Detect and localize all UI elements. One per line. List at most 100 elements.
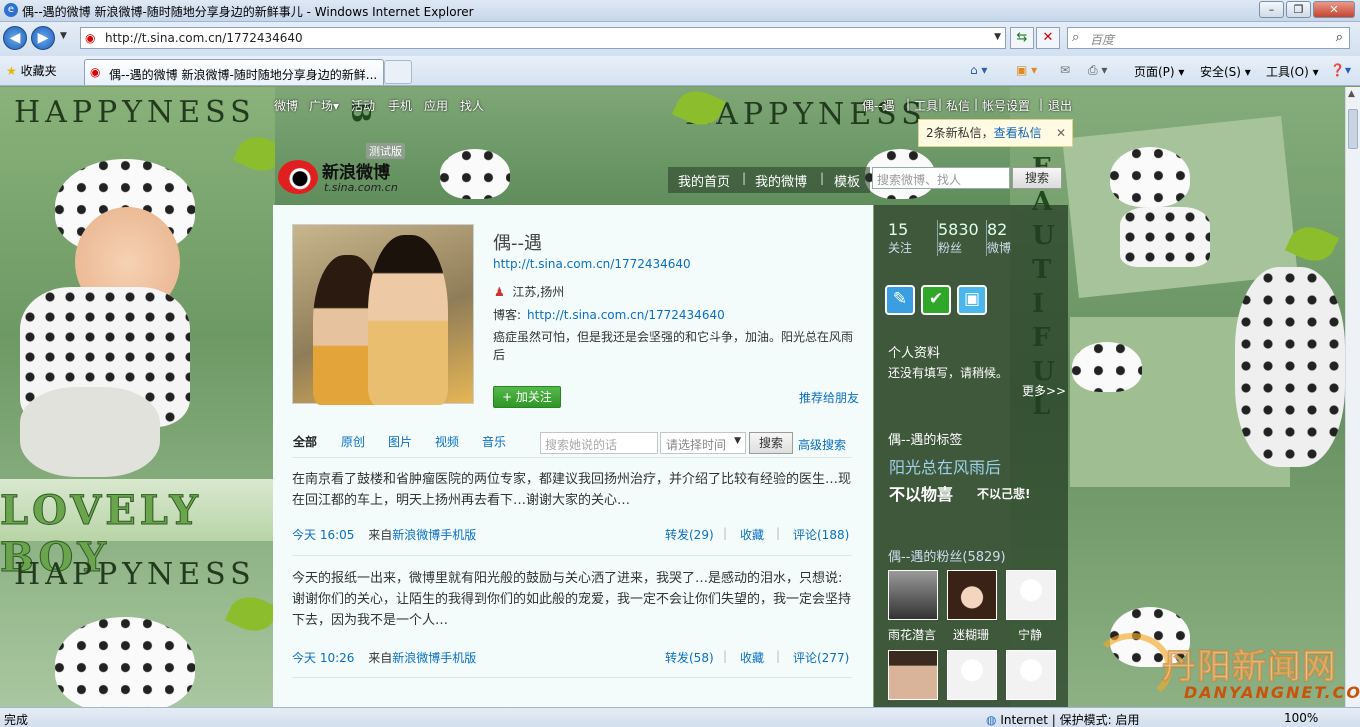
tab-music[interactable]: 音乐 <box>482 433 506 450</box>
search-go-icon[interactable]: ⌕ <box>1336 30 1343 45</box>
fan-avatar[interactable] <box>947 570 997 620</box>
fan-avatar[interactable] <box>888 570 938 620</box>
zoom-level[interactable]: 100% <box>1284 711 1318 725</box>
more-link[interactable]: 更多>> <box>1022 382 1066 399</box>
recommend-link[interactable]: 推荐给朋友 <box>799 389 859 406</box>
tab-videos[interactable]: 视频 <box>435 433 459 450</box>
feed-post: 在南京看了鼓楼和省肿瘤医院的两位专家，都建议我回扬州治疗，并介绍了比较有经验的医… <box>292 469 854 542</box>
baby-hat-image-2 <box>55 617 195 707</box>
nav-user-name[interactable]: 偶--遇 <box>862 97 895 114</box>
browser-search-placeholder: 百度 <box>1090 33 1115 47</box>
fan-avatar[interactable] <box>1006 650 1056 700</box>
my-weibo-link[interactable]: 我的微博 <box>755 171 807 190</box>
address-field[interactable]: ◉ http://t.sina.com.cn/1772434640 ▼ <box>80 27 1006 49</box>
fan-avatar[interactable] <box>1006 570 1056 620</box>
browser-search-field[interactable]: ⌕ 百度 ⌕ <box>1067 27 1350 49</box>
post-source[interactable]: 新浪微博手机版 <box>392 651 476 665</box>
nav-tools[interactable]: 工具 <box>914 97 938 114</box>
address-url[interactable]: http://t.sina.com.cn/1772434640 <box>105 31 303 45</box>
comment-link[interactable]: 评论(277) <box>793 649 849 666</box>
home-icon[interactable]: ⌂ ▾ <box>970 63 987 77</box>
nav-logout[interactable]: 退出 <box>1048 97 1072 114</box>
address-dropdown-icon[interactable]: ▼ <box>994 32 1001 42</box>
browser-tab-active[interactable]: ◉ 偶--遇的微博 新浪微博-随时随地分享身边的新鲜... <box>84 59 384 85</box>
medal-verified-icon[interactable]: ✔ <box>921 285 951 315</box>
watermark-cn: 丹阳新闻网 <box>1162 647 1337 688</box>
repost-link[interactable]: 转发(58) <box>665 649 714 666</box>
favorite-link[interactable]: 收藏 <box>740 526 764 543</box>
tab-original[interactable]: 原创 <box>341 433 365 450</box>
feeds-icon[interactable]: ▣ ▾ <box>1016 63 1037 77</box>
nav-apps[interactable]: 应用 <box>424 97 448 114</box>
weibo-search-button[interactable]: 搜索 <box>1012 167 1062 189</box>
watermark-logo: 丹阳新闻网 DANYANGNET.COM <box>1092 633 1360 713</box>
print-icon[interactable]: ⎙ ▾ <box>1088 63 1107 78</box>
new-tab-button[interactable] <box>384 60 412 84</box>
history-dropdown-icon[interactable]: ▼ <box>60 31 67 41</box>
scroll-up-icon[interactable]: ▲ <box>1348 89 1355 99</box>
nav-activity[interactable]: 活动 <box>351 97 375 114</box>
nav-account-settings[interactable]: 帐号设置 <box>982 97 1030 114</box>
fan-name[interactable]: 宁静 <box>1018 626 1042 643</box>
post-time[interactable]: 今天 10:26 <box>292 651 354 665</box>
tab-pictures[interactable]: 图片 <box>388 433 412 450</box>
post-source[interactable]: 新浪微博手机版 <box>392 528 476 542</box>
my-home-link[interactable]: 我的首页 <box>678 171 730 190</box>
favorites-label: 收藏夹 <box>20 64 57 78</box>
medal-writer-icon[interactable]: ✎ <box>885 285 915 315</box>
scroll-thumb[interactable] <box>1348 109 1358 149</box>
sina-weibo-logo[interactable]: 新浪微博 t.sina.com.cn <box>276 153 416 201</box>
zone-info[interactable]: ◍ Internet | 保护模式: 启用 <box>986 711 1140 727</box>
nav-messages[interactable]: 私信 <box>946 97 970 114</box>
close-notification-icon[interactable]: ✕ <box>1056 120 1066 146</box>
favorite-link[interactable]: 收藏 <box>740 649 764 666</box>
tag-item[interactable]: 不以物喜 <box>889 481 953 505</box>
minimize-button[interactable]: – <box>1259 1 1284 18</box>
medal-sofa-icon[interactable]: ▣ <box>957 285 987 315</box>
repost-link[interactable]: 转发(29) <box>665 526 714 543</box>
feed-search-button[interactable]: 搜索 <box>749 432 793 454</box>
blog-link[interactable]: http://t.sina.com.cn/1772434640 <box>527 308 725 322</box>
mail-icon[interactable]: ✉ <box>1060 63 1070 77</box>
fan-name[interactable]: 雨花潜言 <box>888 626 936 643</box>
profile-url-link[interactable]: http://t.sina.com.cn/1772434640 <box>493 257 691 271</box>
forward-button[interactable]: ▶ <box>31 26 55 50</box>
follow-button[interactable]: + 加关注 <box>493 386 561 408</box>
weibo-search-placeholder: 搜索微博、找人 <box>877 173 962 187</box>
maximize-button[interactable]: ❐ <box>1286 1 1311 18</box>
post-time[interactable]: 今天 16:05 <box>292 528 354 542</box>
comment-link[interactable]: 评论(188) <box>793 526 849 543</box>
favorites-button[interactable]: ★ 收藏夹 <box>6 62 57 79</box>
view-messages-link[interactable]: 查看私信 <box>994 126 1042 140</box>
profile-avatar[interactable] <box>292 224 474 405</box>
close-window-button[interactable]: ✕ <box>1313 1 1355 18</box>
back-button[interactable]: ◀ <box>3 26 27 50</box>
refresh-button[interactable]: ⇆ <box>1010 27 1034 49</box>
stat-posts[interactable]: 82 微博 <box>986 220 1011 256</box>
nav-find-people[interactable]: 找人 <box>460 97 484 114</box>
tab-all[interactable]: 全部 <box>293 433 317 450</box>
fan-avatar[interactable] <box>947 650 997 700</box>
nav-mobile[interactable]: 手机 <box>388 97 412 114</box>
fan-avatar[interactable] <box>888 650 938 700</box>
template-link[interactable]: 模板 <box>834 171 860 190</box>
stat-following[interactable]: 15 关注 <box>888 220 912 256</box>
safety-menu[interactable]: 安全(S) ▾ <box>1200 63 1251 80</box>
keyword-search-input[interactable]: 搜索她说的话 <box>540 432 658 454</box>
profile-info-title: 个人资料 <box>888 346 941 361</box>
weibo-search-input[interactable]: 搜索微博、找人 <box>872 167 1010 189</box>
tag-item[interactable]: 不以己悲! <box>977 485 1030 502</box>
vertical-scrollbar[interactable]: ▲ <box>1345 87 1360 707</box>
nav-square[interactable]: 广场▾ <box>309 97 339 114</box>
stat-fans[interactable]: 5830 粉丝 <box>937 220 979 256</box>
watermark-swirl-icon <box>1092 633 1172 703</box>
help-icon[interactable]: ❓▾ <box>1330 63 1351 77</box>
tools-menu[interactable]: 工具(O) ▾ <box>1266 63 1319 80</box>
time-select[interactable]: 请选择时间 ▼ <box>660 432 746 454</box>
fan-name[interactable]: 迷糊珊 <box>953 626 989 643</box>
advanced-search-link[interactable]: 高级搜索 <box>798 436 846 453</box>
nav-weibo[interactable]: 微博 <box>274 97 298 114</box>
tag-item[interactable]: 阳光总在风雨后 <box>889 454 1001 478</box>
stop-button[interactable]: ✕ <box>1036 27 1060 49</box>
page-menu[interactable]: 页面(P) ▾ <box>1134 63 1184 80</box>
